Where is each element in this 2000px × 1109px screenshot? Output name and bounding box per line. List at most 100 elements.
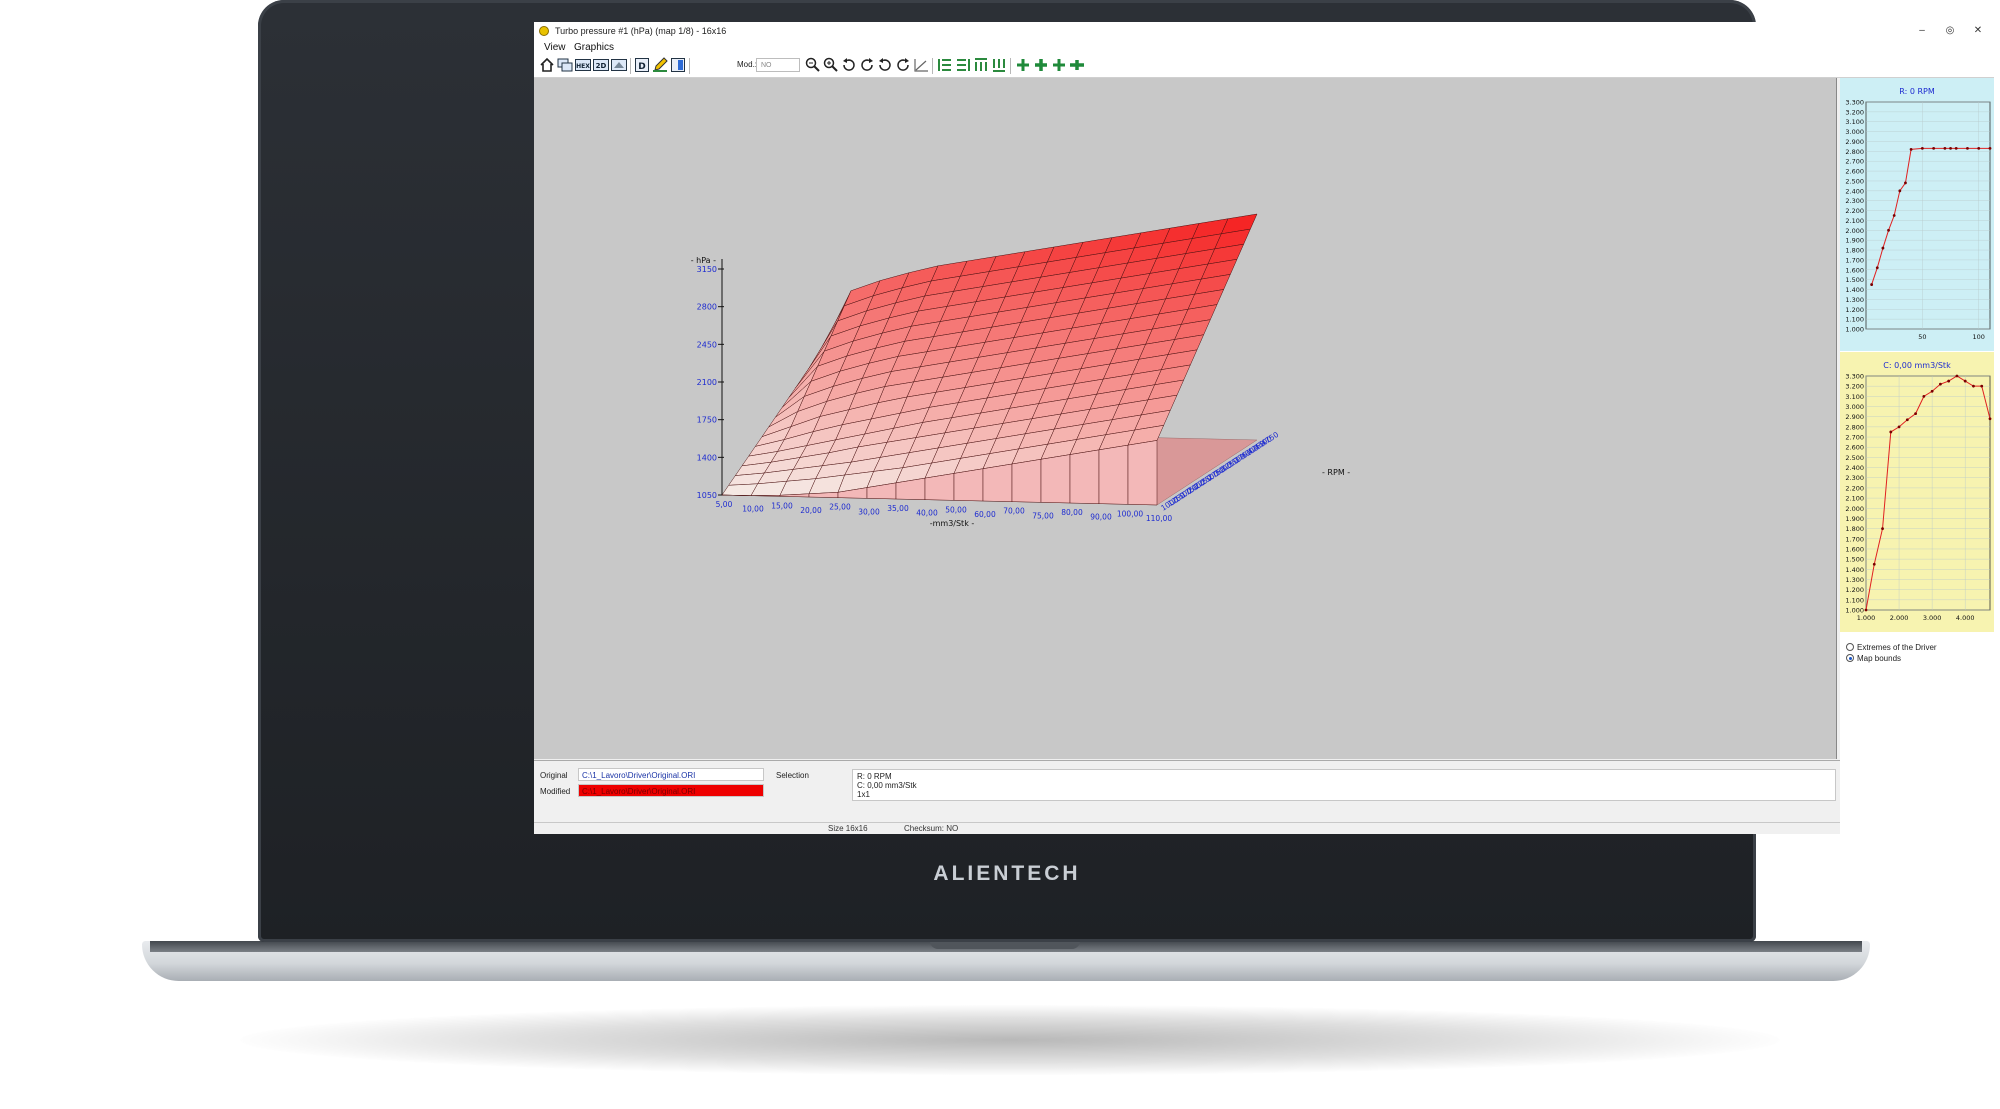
x-tick-label: 25,00 <box>829 503 851 512</box>
data-point <box>1966 146 1969 150</box>
y-tick-label: 2.800 <box>1845 148 1864 156</box>
data-point <box>1870 283 1874 286</box>
radio-selected-icon[interactable] <box>1846 654 1854 662</box>
row-line-chart[interactable]: R: 0 RPM 1.000 1.100 1.200 1.300 1.400 1.500 1.… <box>1840 78 1994 351</box>
surface-front-cell <box>1069 449 1100 504</box>
status-bar: Size 16x16 Checksum: NO <box>534 822 1840 834</box>
d-icon[interactable]: D <box>634 57 650 73</box>
radio-icon[interactable] <box>1846 643 1854 651</box>
toolbar: HEX 2D D Mod.: NO <box>534 55 1994 78</box>
data-point <box>1988 146 1992 150</box>
plus-green-bold-icon[interactable] <box>1033 57 1049 73</box>
close-button[interactable]: ✕ <box>1964 22 1992 40</box>
y-tick-label: 1.700 <box>1845 535 1864 543</box>
cols-down-icon[interactable] <box>991 57 1007 73</box>
zoom-out-icon[interactable] <box>805 57 821 73</box>
hex-view-icon[interactable]: HEX <box>575 57 591 73</box>
y-tick-label: 2.800 <box>1845 423 1864 431</box>
menu-view[interactable]: View <box>544 40 566 55</box>
plus-green-small-icon[interactable] <box>1051 57 1067 73</box>
rotate-down-icon[interactable] <box>877 57 893 73</box>
data-point <box>1905 418 1909 422</box>
y-tick-label: 2.000 <box>1845 505 1864 513</box>
surface-plot-area[interactable]: 1050 1400 1750 2100 2450 2800 3150- hPa - 5,00 1… <box>534 78 1837 759</box>
y-tick-label: 2.600 <box>1845 444 1864 452</box>
plus-green-icon[interactable] <box>1015 57 1031 73</box>
y-tick-label: 3.100 <box>1845 393 1864 401</box>
row-chart-panel: R: 0 RPM 1.000 1.100 1.200 1.300 1.400 1.500 1.… <box>1840 78 1994 351</box>
z-tick-label: 1750 <box>697 416 717 425</box>
restore-button[interactable]: ◎ <box>1936 22 1964 40</box>
y-axis-label: - RPM - <box>1322 468 1350 477</box>
surface-front-cell <box>1011 458 1042 503</box>
2d-view-icon[interactable]: 2D <box>593 57 609 73</box>
y-tick-label: 1.200 <box>1845 586 1864 594</box>
y-tick-label: 2.500 <box>1845 177 1864 185</box>
data-point <box>1988 417 1992 421</box>
3d-view-icon[interactable] <box>611 57 627 73</box>
rotate-right-icon[interactable] <box>895 57 911 73</box>
menu-bar: View Graphics <box>534 40 1994 55</box>
zoom-in-icon[interactable] <box>823 57 839 73</box>
cols-up-icon[interactable] <box>973 57 989 73</box>
y-tick-label: 2.100 <box>1845 217 1864 225</box>
data-point <box>1920 146 1924 150</box>
data-point <box>1887 228 1890 232</box>
axes-icon[interactable] <box>913 57 929 73</box>
x-tick-label: 110,00 <box>1146 514 1172 523</box>
selection-label: Selection <box>776 771 809 780</box>
rows-right-icon[interactable] <box>955 57 971 73</box>
svg-text:HEX: HEX <box>576 63 590 70</box>
mini-chart-title: R: 0 RPM <box>1899 87 1935 96</box>
surface-front-cell <box>1127 440 1158 506</box>
b-icon[interactable] <box>670 57 686 73</box>
data-point <box>1864 608 1868 612</box>
data-point <box>1972 384 1975 388</box>
data-point <box>1892 214 1896 217</box>
column-chart-panel: C: 0,00 mm3/Stk 1.000 1.100 1.200 1.300 1.400… <box>1840 352 1994 632</box>
modified-path[interactable]: C:\1_Lavoro\Driver\Original.ORI <box>578 784 764 797</box>
rows-left-icon[interactable] <box>937 57 953 73</box>
y-tick-label: 2.400 <box>1845 187 1864 195</box>
data-point <box>1889 430 1893 434</box>
mini-plot-frame <box>1865 375 1991 611</box>
info-panel: Original C:\1_Lavoro\Driver\Original.ORI… <box>534 760 1840 823</box>
home-icon[interactable] <box>539 57 555 73</box>
data-point <box>1881 246 1885 250</box>
original-path[interactable]: C:\1_Lavoro\Driver\Original.ORI <box>578 768 764 781</box>
data-point <box>1943 146 1947 150</box>
z-tick-label: 3150 <box>697 265 717 274</box>
app-icon <box>539 26 549 36</box>
x-tick-label: 1.000 <box>1857 614 1876 622</box>
surface-plot[interactable]: 1050 1400 1750 2100 2450 2800 3150- hPa - 5,00 1… <box>534 78 1836 759</box>
y-tick-label: 1.900 <box>1845 237 1864 245</box>
z-tick-label: 1400 <box>697 453 717 462</box>
data-point <box>1954 146 1958 150</box>
x-axis-label: -mm3/Stk - <box>930 519 975 528</box>
y-tick-label: 2.000 <box>1845 227 1864 235</box>
map-bounds-option[interactable]: Map bounds <box>1846 653 1901 665</box>
x-tick-label: 90,00 <box>1090 513 1112 522</box>
rotate-up-icon[interactable] <box>859 57 875 73</box>
y-tick-label: 3.200 <box>1845 383 1864 391</box>
y-tick-label: 2.200 <box>1845 207 1864 215</box>
rotate-left-icon[interactable] <box>841 57 857 73</box>
plus-green-wide-icon[interactable] <box>1069 57 1085 73</box>
pencil-icon[interactable] <box>652 57 668 73</box>
z-tick-label: 2450 <box>697 340 717 349</box>
y-tick-label: 2.900 <box>1845 413 1864 421</box>
data-point <box>1875 266 1879 270</box>
menu-graphics[interactable]: Graphics <box>574 40 614 55</box>
toolbar-separator <box>630 58 631 74</box>
data-point <box>1897 425 1901 429</box>
column-line-chart[interactable]: C: 0,00 mm3/Stk 1.000 1.100 1.200 1.300 1.400… <box>1840 352 1994 632</box>
selection-row: R: 0 RPM <box>857 772 892 781</box>
checksum-status: Checksum: NO <box>904 824 959 833</box>
x-tick-label: 100 <box>1973 333 1985 341</box>
minimize-button[interactable]: – <box>1908 22 1936 40</box>
mod-label: Mod.: <box>737 60 758 69</box>
windows-icon[interactable] <box>557 57 573 73</box>
mod-field[interactable]: NO <box>756 58 800 72</box>
data-point <box>1930 389 1934 393</box>
selection-column: C: 0,00 mm3/Stk <box>857 781 917 790</box>
